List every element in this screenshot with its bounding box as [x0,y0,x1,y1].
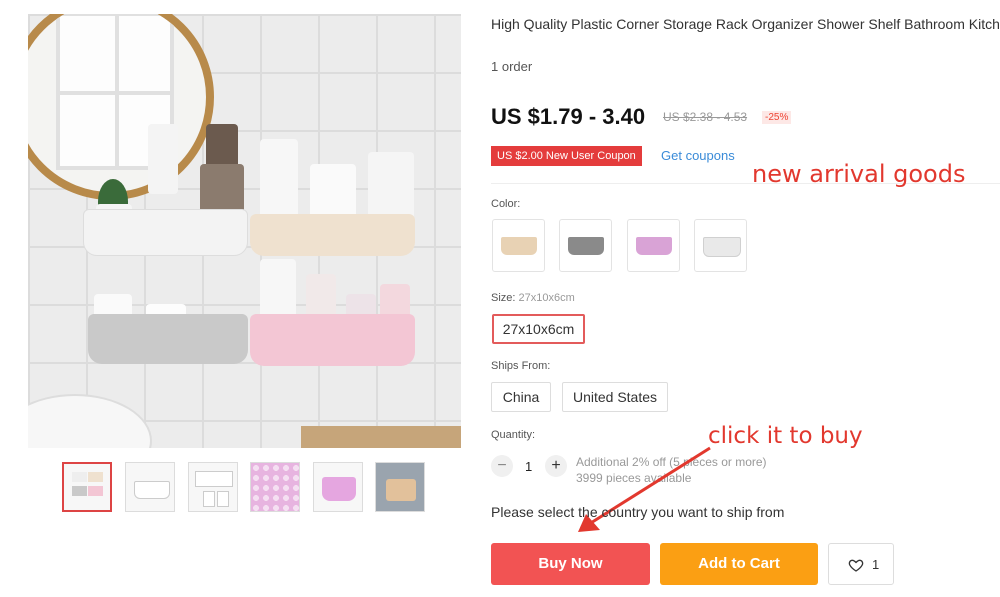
buy-now-button[interactable]: Buy Now [491,543,650,585]
color-label: Color: [491,198,521,210]
ships-from-united-states[interactable]: United States [562,382,668,412]
click-to-buy-annotation: click it to buy [708,423,863,449]
size-label-text: Size: [491,292,516,304]
new-user-coupon-badge: US $2.00 New User Coupon [491,146,642,166]
discount-badge: -25% [762,111,792,124]
color-swatch-gray[interactable] [559,219,612,272]
color-swatch-pink[interactable] [627,219,680,272]
original-price: US $2.38 - 4.53 [663,110,748,124]
size-label: Size: 27x10x6cm [491,292,575,304]
thumbnail-4[interactable] [250,462,300,512]
ships-from-label: Ships From: [491,360,551,372]
new-arrival-annotation: new arrival goods [752,160,966,188]
main-product-image [28,14,461,448]
size-option-27x10x6cm[interactable]: 27x10x6cm [492,314,585,344]
thumbnail-5[interactable] [313,462,363,512]
price: US $1.79 - 3.40 [491,104,646,129]
color-swatch-beige[interactable] [492,219,545,272]
ships-from-china[interactable]: China [491,382,551,412]
wishlist-button[interactable]: 1 [828,543,894,585]
thumbnail-3[interactable] [188,462,238,512]
thumbnail-6[interactable] [375,462,425,512]
get-coupons-link[interactable]: Get coupons [661,148,735,163]
ship-country-note: Please select the country you want to sh… [491,504,785,520]
add-to-cart-button[interactable]: Add to Cart [660,543,818,585]
quantity-value[interactable]: 1 [525,459,532,474]
wishlist-count: 1 [872,557,880,572]
product-title: High Quality Plastic Corner Storage Rack… [491,16,1000,32]
quantity-label: Quantity: [491,429,536,441]
heart-icon [848,559,864,572]
quantity-increase-button[interactable]: + [545,455,567,477]
quantity-decrease-button[interactable]: − [491,455,513,477]
size-selected-text: 27x10x6cm [518,292,575,304]
thumbnail-2[interactable] [125,462,175,512]
color-swatch-white[interactable] [694,219,747,272]
arrow-annotation [578,446,711,532]
order-count: 1 order [491,59,533,74]
thumbnail-1[interactable] [62,462,112,512]
